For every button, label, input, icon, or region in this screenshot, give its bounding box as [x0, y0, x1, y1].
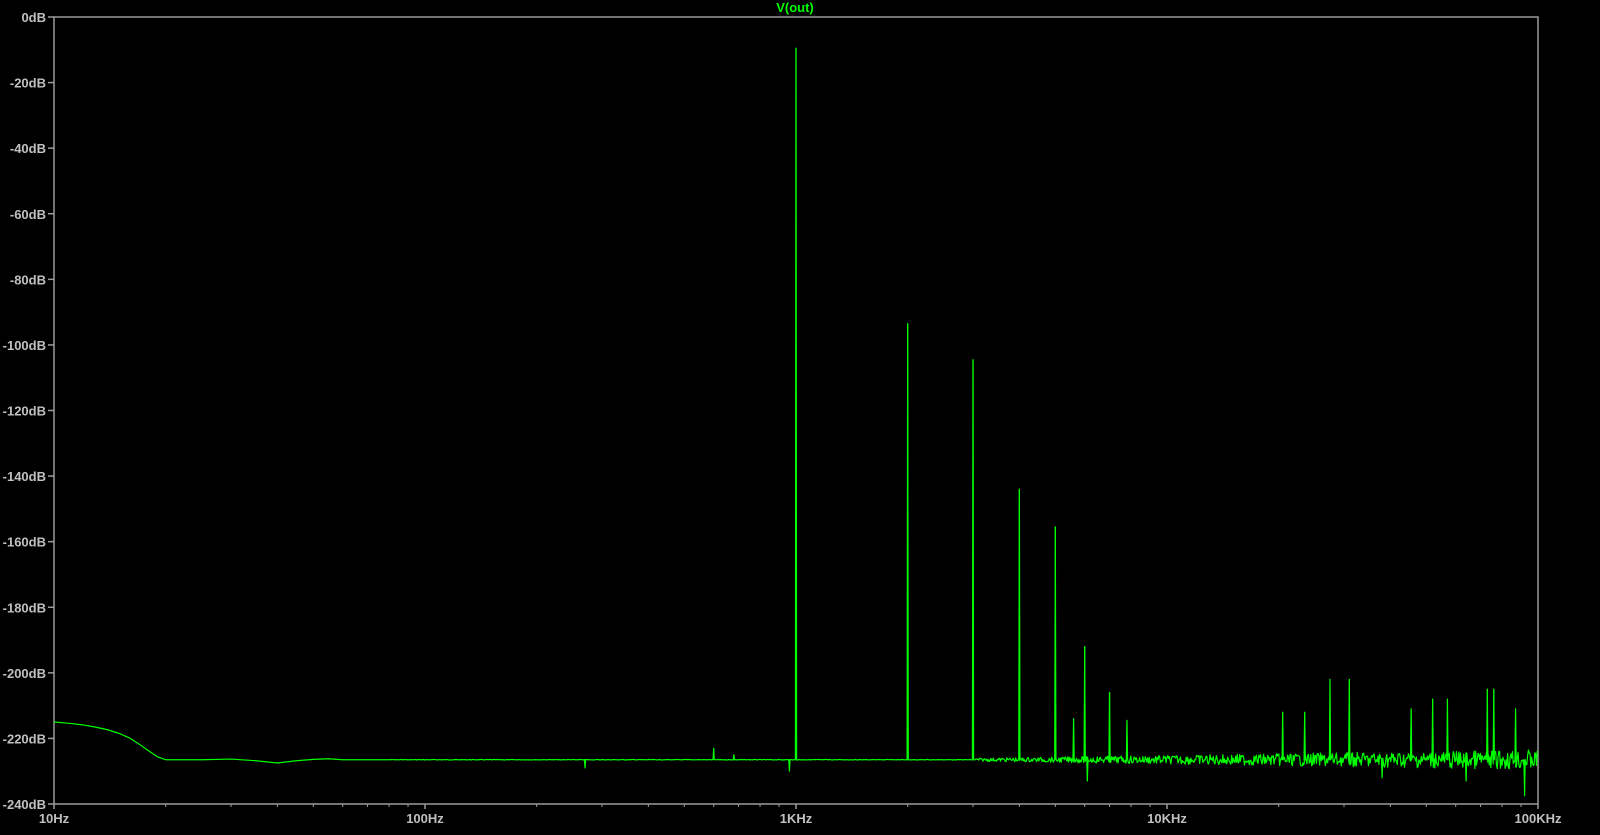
y-tick-label: -100dB [3, 338, 46, 353]
trace-layer [53, 47, 1538, 797]
y-tick-label: -160dB [3, 535, 46, 550]
axis-layer: 0dB -20dB -40dB -60dB -80dB -100dB -120dB -140d… [3, 10, 1562, 826]
y-tick-label: 0dB [21, 10, 46, 25]
y-tick-label: -80dB [10, 272, 46, 287]
plot-window: V(out) 0dB -20dB -40dB -60dB -80dB -100dB -120… [0, 0, 1600, 830]
x-tick-label: 100Hz [406, 811, 444, 826]
y-tick-label: -140dB [3, 469, 46, 484]
y-tick-label: -20dB [10, 76, 46, 91]
x-tick-label: 1KHz [780, 811, 813, 826]
x-tick-label: 100KHz [1515, 811, 1562, 826]
trace-title[interactable]: V(out) [776, 0, 814, 15]
y-tick-label: -240dB [3, 797, 46, 812]
y-tick-label: -200dB [3, 666, 46, 681]
x-tick-label: 10Hz [39, 811, 70, 826]
spectrum-plot: V(out) 0dB -20dB -40dB -60dB -80dB -100dB -120… [3, 0, 1562, 826]
y-tick-label: -60dB [10, 207, 46, 222]
y-tick-label: -40dB [10, 141, 46, 156]
y-tick-label: -120dB [3, 404, 46, 419]
y-tick-label: -220dB [3, 731, 46, 746]
y-tick-label: -180dB [3, 600, 46, 615]
x-tick-label: 10KHz [1147, 811, 1187, 826]
